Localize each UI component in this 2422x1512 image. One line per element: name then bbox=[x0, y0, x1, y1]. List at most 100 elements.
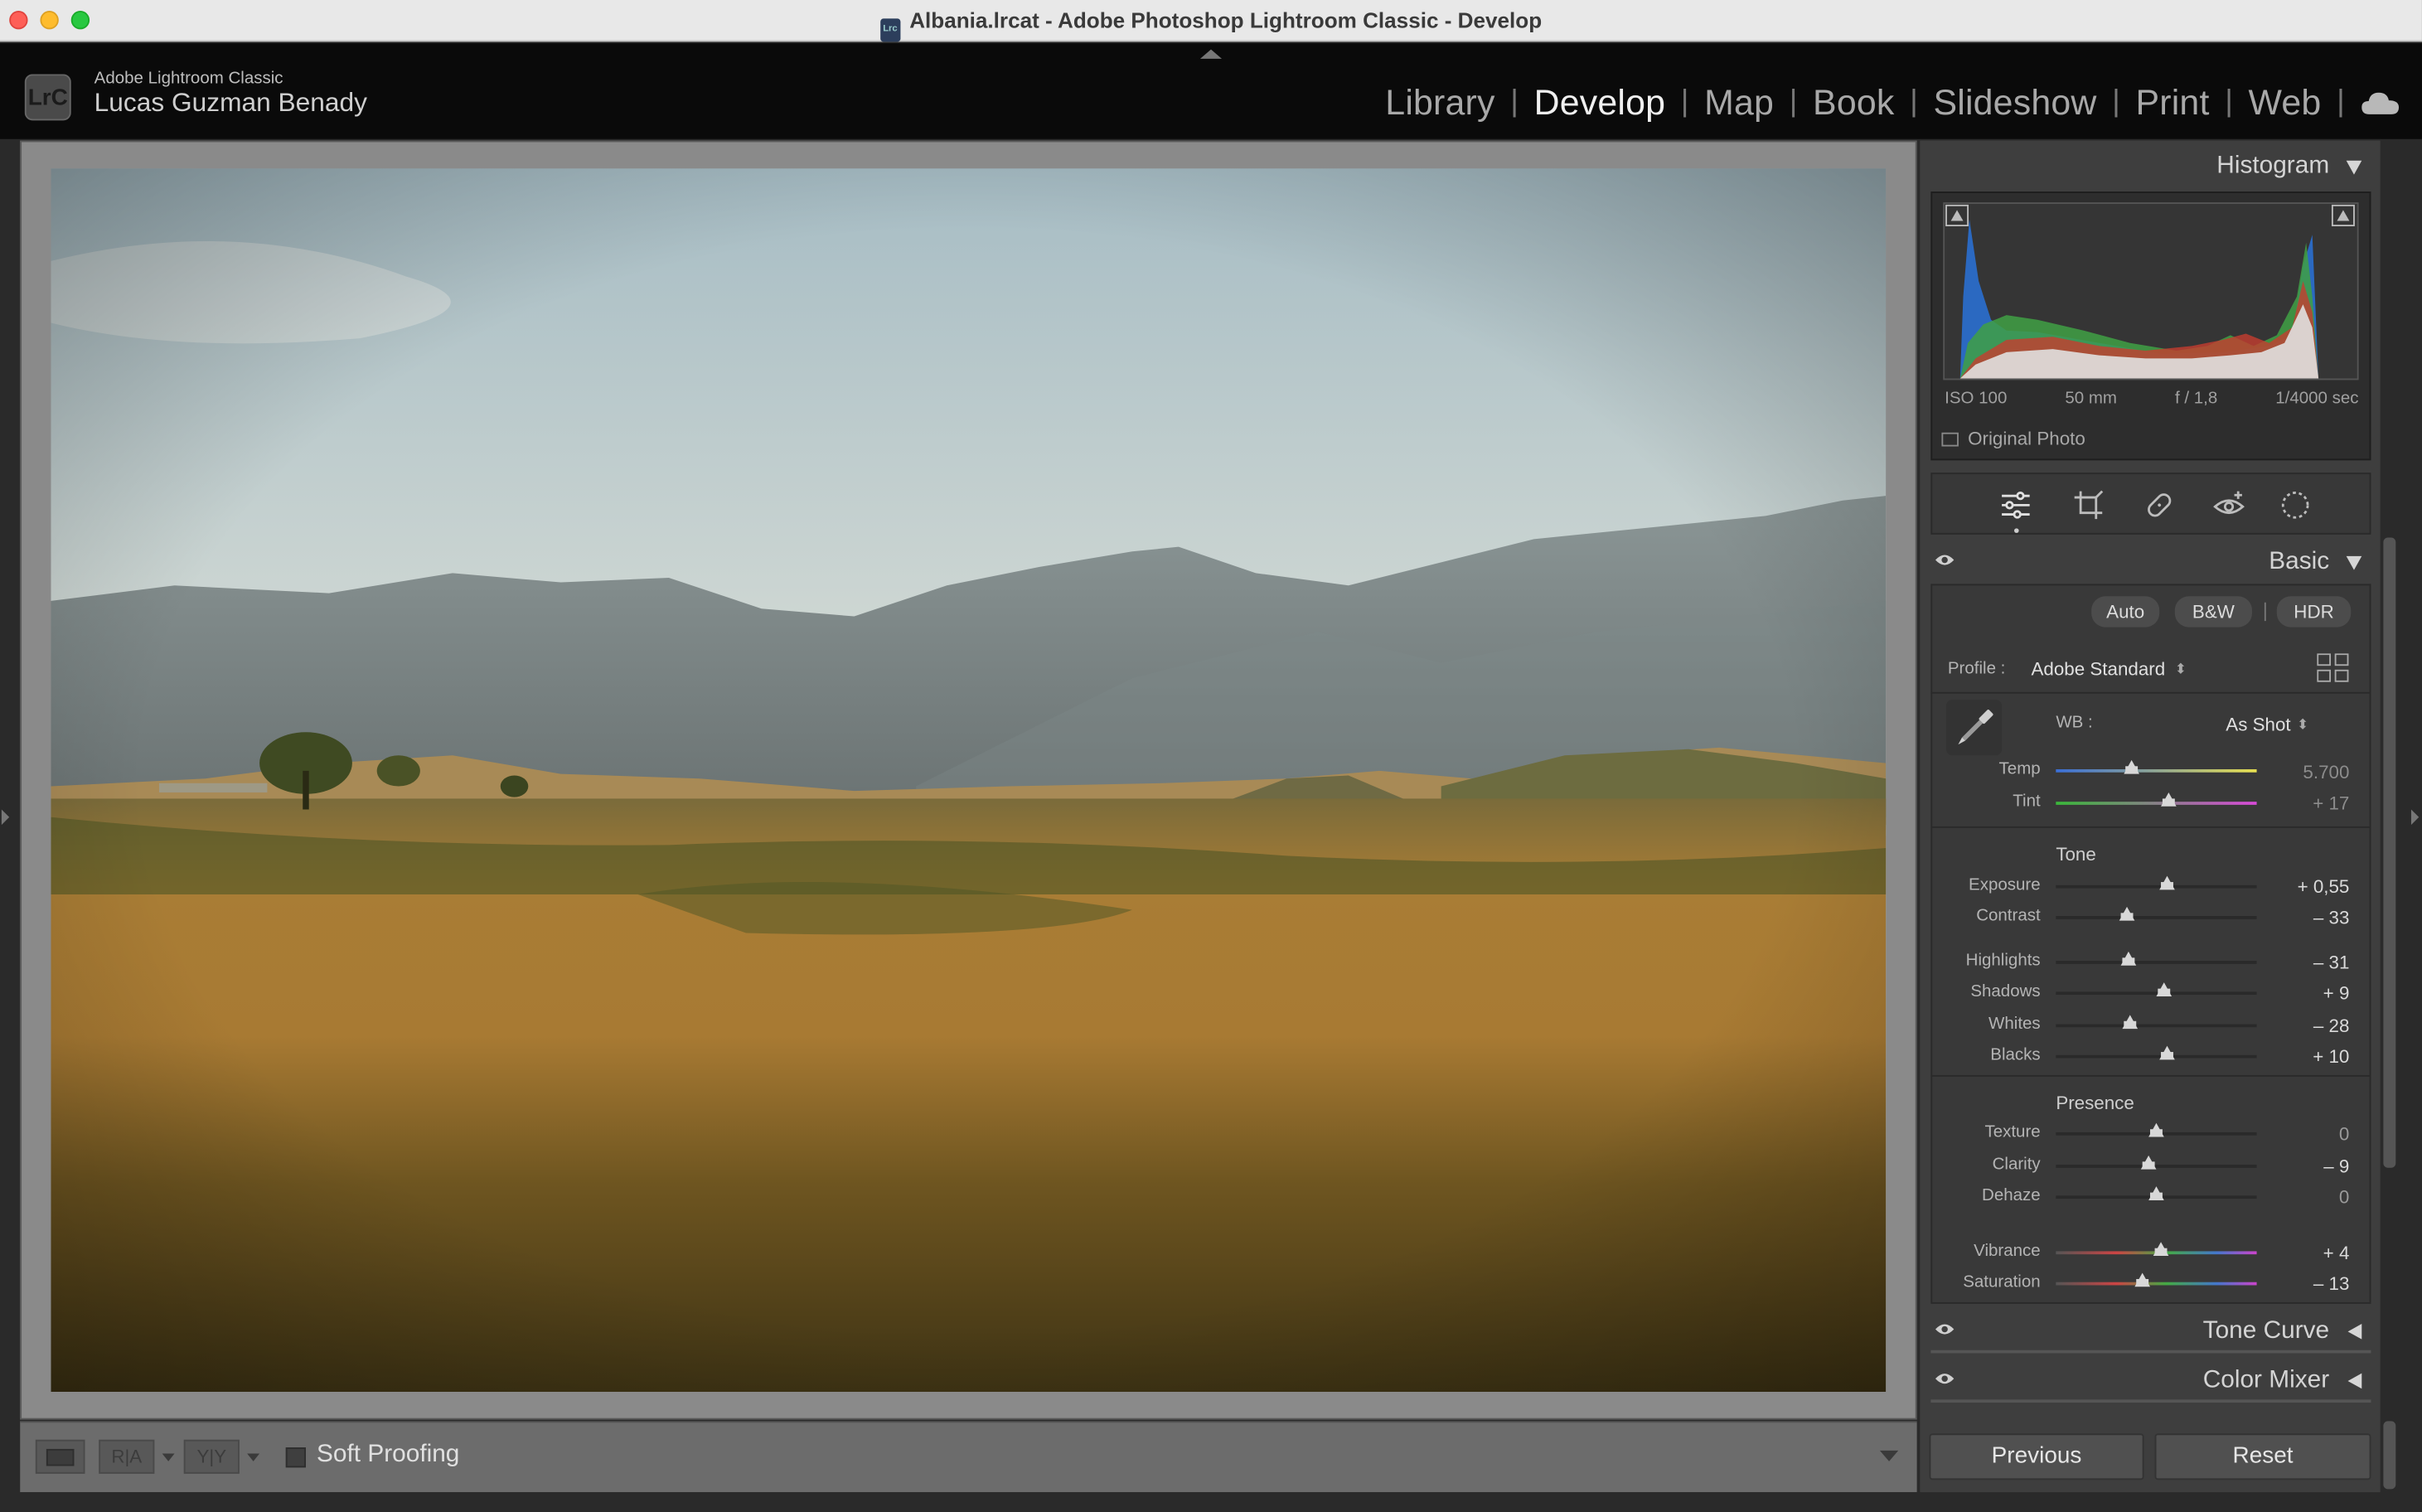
tint-slider[interactable] bbox=[2056, 792, 2257, 807]
cloud-sync-icon[interactable] bbox=[2360, 89, 2400, 117]
temp-value[interactable]: 5.700 bbox=[2288, 762, 2349, 783]
eye-icon[interactable] bbox=[1935, 553, 1955, 567]
module-develop[interactable]: Develop bbox=[1519, 82, 1681, 124]
shadows-value[interactable]: + 9 bbox=[2288, 982, 2350, 1004]
profile-browser-grid-icon[interactable] bbox=[2317, 653, 2349, 682]
module-slideshow[interactable]: Slideshow bbox=[1918, 82, 2112, 124]
black-white-button[interactable]: B&W bbox=[2174, 596, 2252, 628]
tint-value[interactable]: + 17 bbox=[2288, 792, 2349, 814]
window-title: Lrc Albania.lrcat - Adobe Photoshop Light… bbox=[0, 7, 2422, 42]
collapse-right-panel-arrow-icon[interactable] bbox=[2410, 809, 2420, 826]
profile-dropdown[interactable]: Adobe Standard bbox=[2032, 658, 2166, 680]
white-balance-eyedropper-icon[interactable] bbox=[1946, 700, 2003, 756]
auto-button[interactable]: Auto bbox=[2091, 596, 2160, 628]
whites-value[interactable]: – 28 bbox=[2288, 1015, 2350, 1036]
blacks-value[interactable]: + 10 bbox=[2288, 1046, 2349, 1068]
chevron-down-icon[interactable] bbox=[162, 1453, 175, 1461]
dehaze-value[interactable]: 0 bbox=[2288, 1186, 2349, 1208]
updown-chevron-icon[interactable]: ⬍ bbox=[2175, 662, 2187, 678]
reset-button[interactable]: Reset bbox=[2154, 1433, 2371, 1480]
collapse-triangle-icon[interactable] bbox=[2346, 555, 2362, 570]
contrast-value[interactable]: – 33 bbox=[2288, 907, 2350, 928]
slider-thumb[interactable] bbox=[2158, 1045, 2174, 1060]
collapse-top-panel-arrow-icon[interactable] bbox=[1199, 49, 1223, 59]
wb-label: WB : bbox=[2056, 713, 2093, 733]
basic-panel-header[interactable]: Basic bbox=[1930, 540, 2371, 584]
histogram-panel-header[interactable]: Histogram bbox=[1930, 145, 2371, 188]
slider-thumb[interactable] bbox=[2156, 982, 2173, 996]
edit-sliders-icon[interactable] bbox=[1998, 488, 2032, 522]
vibrance-label: Vibrance bbox=[1974, 1242, 2041, 1261]
expand-triangle-icon[interactable] bbox=[2347, 1373, 2362, 1389]
chevron-down-icon[interactable] bbox=[247, 1453, 260, 1461]
red-eye-icon[interactable] bbox=[2212, 488, 2246, 522]
clarity-value[interactable]: – 9 bbox=[2288, 1156, 2349, 1177]
temp-slider[interactable] bbox=[2056, 759, 2257, 774]
highlights-slider[interactable] bbox=[2056, 951, 2257, 966]
photo-preview[interactable] bbox=[51, 168, 1887, 1393]
slider-thumb[interactable] bbox=[2160, 792, 2177, 807]
module-print[interactable]: Print bbox=[2120, 82, 2225, 124]
masking-icon[interactable] bbox=[2279, 488, 2313, 522]
vibrance-value[interactable]: + 4 bbox=[2288, 1242, 2350, 1263]
wb-dropdown[interactable]: As Shot bbox=[2226, 714, 2290, 735]
title-bar: Lrc Albania.lrcat - Adobe Photoshop Light… bbox=[0, 0, 2422, 42]
slider-thumb[interactable] bbox=[2140, 1155, 2157, 1170]
footer-scrollbar[interactable] bbox=[2383, 1421, 2396, 1490]
module-web[interactable]: Web bbox=[2233, 82, 2337, 124]
loupe-view-button[interactable] bbox=[35, 1439, 85, 1474]
exposure-value[interactable]: + 0,55 bbox=[2288, 876, 2350, 898]
histogram-graph[interactable] bbox=[1943, 202, 2359, 380]
saturation-slider[interactable] bbox=[2056, 1272, 2257, 1287]
contrast-slider[interactable] bbox=[2056, 906, 2257, 921]
slider-thumb[interactable] bbox=[2158, 875, 2174, 890]
texture-value[interactable]: 0 bbox=[2288, 1123, 2349, 1145]
tone-curve-panel-header[interactable]: Tone Curve bbox=[1930, 1310, 2371, 1354]
module-library[interactable]: Library bbox=[1370, 82, 1511, 124]
lightroom-window: Lrc Albania.lrcat - Adobe Photoshop Light… bbox=[0, 0, 2422, 1512]
module-picker: Library | Develop | Map | Book | Slideshow | … bbox=[1370, 82, 2400, 124]
expand-left-panel-arrow-icon[interactable] bbox=[1, 809, 10, 826]
clarity-slider[interactable] bbox=[2056, 1155, 2257, 1170]
slider-thumb[interactable] bbox=[2148, 1186, 2164, 1200]
dehaze-slider[interactable] bbox=[2056, 1186, 2257, 1200]
eye-icon[interactable] bbox=[1935, 1322, 1955, 1336]
module-map[interactable]: Map bbox=[1689, 82, 1790, 124]
expand-triangle-icon[interactable] bbox=[2347, 1324, 2362, 1340]
highlights-value[interactable]: – 31 bbox=[2288, 952, 2350, 973]
saturation-value[interactable]: – 13 bbox=[2288, 1273, 2350, 1295]
shadows-slider[interactable] bbox=[2056, 982, 2257, 996]
soft-proofing-checkbox[interactable] bbox=[285, 1447, 306, 1468]
eye-icon[interactable] bbox=[1935, 1372, 1955, 1386]
right-panel-scrollbar[interactable] bbox=[2383, 537, 2396, 1168]
before-after-left-right-button[interactable]: R|A bbox=[99, 1439, 155, 1474]
updown-chevron-icon[interactable]: ⬍ bbox=[2297, 717, 2308, 734]
texture-slider[interactable] bbox=[2056, 1122, 2257, 1137]
collapse-triangle-icon[interactable] bbox=[2346, 160, 2362, 175]
clarity-label: Clarity bbox=[1992, 1155, 2041, 1175]
slider-thumb[interactable] bbox=[2124, 759, 2140, 774]
whites-slider[interactable] bbox=[2056, 1015, 2257, 1030]
divider bbox=[1930, 1074, 2371, 1077]
slider-thumb[interactable] bbox=[2122, 1015, 2139, 1030]
original-photo-checkbox[interactable] bbox=[1941, 432, 1959, 447]
hdr-button[interactable]: HDR bbox=[2276, 596, 2352, 628]
shadows-label: Shadows bbox=[1970, 982, 2041, 1001]
crop-icon[interactable] bbox=[2071, 488, 2105, 522]
module-book[interactable]: Book bbox=[1797, 82, 1910, 124]
before-after-top-bottom-button[interactable]: Y|Y bbox=[183, 1439, 240, 1474]
exposure-slider[interactable] bbox=[2056, 875, 2257, 890]
toolbar-content-chevron-icon[interactable] bbox=[1879, 1450, 1899, 1461]
color-mixer-panel-header[interactable]: Color Mixer bbox=[1930, 1359, 2371, 1403]
healing-bandage-icon[interactable] bbox=[2143, 488, 2177, 522]
saturation-label: Saturation bbox=[1963, 1272, 2041, 1292]
vibrance-slider[interactable] bbox=[2056, 1242, 2257, 1257]
slider-thumb[interactable] bbox=[2148, 1122, 2164, 1137]
slider-thumb[interactable] bbox=[2152, 1242, 2168, 1257]
previous-button[interactable]: Previous bbox=[1929, 1433, 2144, 1480]
blacks-slider[interactable] bbox=[2056, 1045, 2257, 1060]
slider-thumb[interactable] bbox=[2118, 906, 2134, 921]
slider-thumb[interactable] bbox=[2120, 951, 2136, 966]
slider-thumb[interactable] bbox=[2134, 1272, 2150, 1287]
dehaze-label: Dehaze bbox=[1982, 1186, 2041, 1205]
